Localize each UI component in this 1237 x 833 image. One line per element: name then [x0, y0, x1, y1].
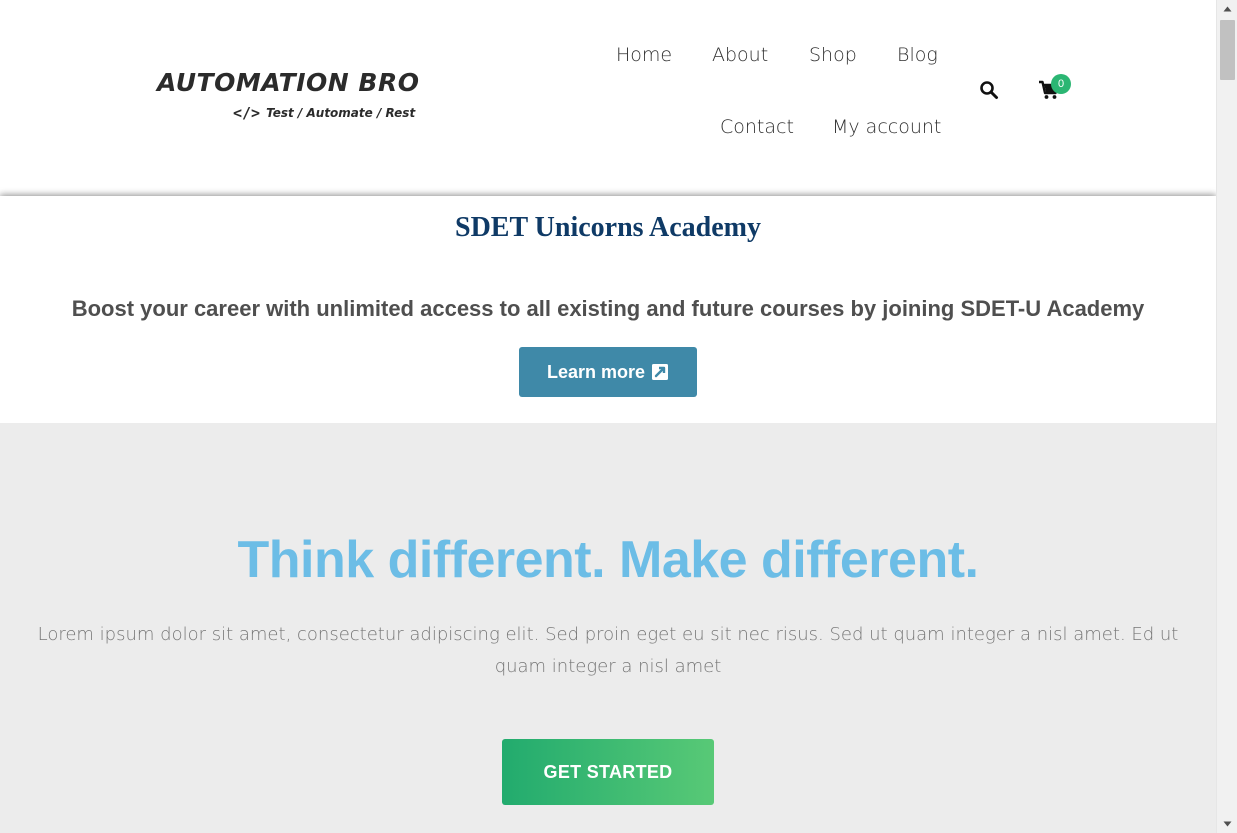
nav-my-account[interactable]: My account — [832, 116, 941, 138]
logo-tagline: Test / Automate / Rest — [266, 106, 416, 120]
promo-title: SDET Unicorns Academy — [455, 212, 761, 243]
scroll-down-arrow-icon[interactable] — [1217, 815, 1237, 833]
scroll-up-arrow-icon[interactable] — [1217, 0, 1237, 18]
hero-body: Lorem ipsum dolor sit amet, consectetur … — [37, 624, 1179, 677]
promo-banner: SDET Unicorns Academy Boost your career … — [0, 196, 1216, 409]
external-link-icon — [652, 364, 669, 380]
logo-title: AUTOMATION BRO — [157, 68, 420, 97]
search-icon[interactable] — [979, 80, 999, 100]
learn-more-button[interactable]: Learn more — [519, 347, 697, 397]
site-logo[interactable]: AUTOMATION BRO </> Test / Automate / Res… — [157, 68, 420, 128]
code-icon: </> — [233, 104, 261, 122]
promo-text: Boost your career with unlimited access … — [71, 296, 1145, 321]
nav-home[interactable]: Home — [616, 44, 672, 66]
hero-section: Think different. Make different. Lorem i… — [0, 423, 1216, 833]
get-started-button[interactable]: GET STARTED — [502, 739, 714, 805]
scrollbar-thumb[interactable] — [1220, 20, 1235, 80]
cart-count-badge: 0 — [1051, 74, 1071, 94]
learn-more-label: Learn more — [546, 361, 646, 382]
hero-title: Think different. Make different. — [237, 531, 979, 589]
nav-blog[interactable]: Blog — [897, 44, 938, 66]
nav-about[interactable]: About — [712, 44, 768, 66]
section-divider — [0, 409, 1216, 423]
nav-shop[interactable]: Shop — [809, 44, 857, 66]
page-scrollbar[interactable] — [1216, 0, 1237, 833]
site-header: AUTOMATION BRO </> Test / Automate / Res… — [0, 0, 1216, 196]
logo-tagline-row: </> Test / Automate / Rest — [233, 104, 415, 122]
nav-contact[interactable]: Contact — [720, 116, 794, 138]
